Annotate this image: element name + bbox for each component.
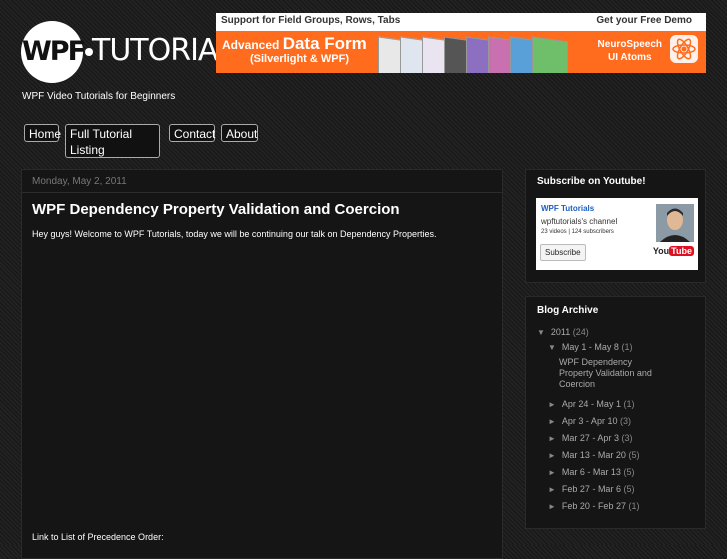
post-title[interactable]: WPF Dependency Property Validation and C… xyxy=(32,201,400,218)
post-container: Monday, May 2, 2011 WPF Dependency Prope… xyxy=(21,169,503,559)
youtube-logo-you: You xyxy=(652,246,670,256)
banner-screenshots xyxy=(378,33,583,73)
date-divider xyxy=(22,192,502,193)
archive-week-label[interactable]: Mar 13 - Mar 20 xyxy=(562,450,626,460)
youtube-subscribe-button[interactable]: Subscribe xyxy=(540,244,586,261)
banner-top-right-text: Get your Free Demo xyxy=(596,15,692,26)
expand-toggle-icon[interactable]: ► xyxy=(548,417,556,426)
tab-about[interactable]: About xyxy=(221,124,258,142)
archive-week-label[interactable]: Mar 6 - Mar 13 xyxy=(562,467,621,477)
archive-year-count: (24) xyxy=(572,327,589,337)
archive-week-open[interactable]: ▼ May 1 - May 8 (1) xyxy=(548,342,632,352)
archive-week-label[interactable]: Mar 27 - Apr 3 xyxy=(562,433,619,443)
site-tagline: WPF Video Tutorials for Beginners xyxy=(22,91,176,102)
expand-toggle-icon[interactable]: ► xyxy=(548,502,556,511)
archive-year-label[interactable]: 2011 xyxy=(551,327,570,337)
banner-title-prefix: Advanced xyxy=(222,38,280,52)
archive-title: Blog Archive xyxy=(537,305,599,316)
banner-subtitle: (Silverlight & WPF) xyxy=(250,53,349,65)
banner-brand: NeuroSpeech UI Atoms xyxy=(598,38,662,64)
archive-year[interactable]: ▼ 2011 (24) xyxy=(537,327,589,337)
tab-home[interactable]: Home xyxy=(24,124,61,142)
expand-toggle-icon[interactable]: ► xyxy=(548,400,556,409)
avatar[interactable] xyxy=(656,204,694,242)
archive-week-count: (3) xyxy=(621,433,633,443)
expand-toggle-icon[interactable]: ► xyxy=(548,451,556,460)
archive-week[interactable]: ► Feb 20 - Feb 27 (1) xyxy=(548,501,639,511)
tab-contact[interactable]: Contact xyxy=(169,124,215,142)
archive-week-count: (5) xyxy=(628,450,640,460)
youtube-logo: You Tube xyxy=(653,246,694,256)
banner-brand-line2: UI Atoms xyxy=(608,52,652,63)
banner-title-main: Data Form xyxy=(282,34,367,53)
archive-week[interactable]: ► Mar 13 - Mar 20 (5) xyxy=(548,450,639,460)
subscribe-widget: Subscribe on Youtube! WPF Tutorials wpft… xyxy=(525,169,706,283)
archive-week-count: (5) xyxy=(623,467,635,477)
archive-week-count: (1) xyxy=(623,399,635,409)
tab-full-tutorial-listing[interactable]: Full Tutorial Listing xyxy=(65,124,160,158)
expand-toggle-icon[interactable]: ► xyxy=(548,468,556,477)
archive-week-label[interactable]: May 1 - May 8 xyxy=(562,342,619,352)
site-logo[interactable]: WPF TUTORIALS xyxy=(21,21,252,83)
archive-week-label[interactable]: Apr 3 - Apr 10 xyxy=(562,416,618,426)
banner-title: Advanced Data Form xyxy=(222,34,367,54)
post-link-text: Link to List of Precedence Order: xyxy=(32,532,164,542)
expand-toggle-icon[interactable]: ► xyxy=(548,434,556,443)
youtube-stats: 23 videos | 124 subscribers xyxy=(541,229,614,235)
collapse-toggle-icon[interactable]: ▼ xyxy=(537,328,545,337)
archive-week-label[interactable]: Feb 27 - Mar 6 xyxy=(562,484,621,494)
youtube-channel-name[interactable]: WPF Tutorials xyxy=(541,204,594,213)
banner-brand-line1: NeuroSpeech xyxy=(597,39,662,50)
logo-wpf-text: WPF xyxy=(22,36,86,67)
post-body: Hey guys! Welcome to WPF Tutorials, toda… xyxy=(32,229,437,239)
post-date: Monday, May 2, 2011 xyxy=(32,176,127,187)
youtube-card: WPF Tutorials wpftutorials's channel 23 … xyxy=(536,198,698,270)
subscribe-title: Subscribe on Youtube! xyxy=(537,176,646,187)
archive-week-label[interactable]: Apr 24 - May 1 xyxy=(562,399,621,409)
archive-week[interactable]: ► Mar 27 - Apr 3 (3) xyxy=(548,433,632,443)
archive-week-count: (1) xyxy=(621,342,633,352)
archive-week-label[interactable]: Feb 20 - Feb 27 xyxy=(562,501,626,511)
banner-ad[interactable]: Support for Field Groups, Rows, Tabs Get… xyxy=(216,13,706,73)
archive-week[interactable]: ► Feb 27 - Mar 6 (5) xyxy=(548,484,634,494)
archive-week-count: (1) xyxy=(628,501,640,511)
archive-week[interactable]: ► Mar 6 - Mar 13 (5) xyxy=(548,467,634,477)
atom-icon xyxy=(670,35,698,63)
collapse-toggle-icon[interactable]: ▼ xyxy=(548,343,556,352)
blog-archive-widget: Blog Archive ▼ 2011 (24) ▼ May 1 - May 8 (… xyxy=(525,296,706,529)
banner-top-left-text: Support for Field Groups, Rows, Tabs xyxy=(221,15,401,26)
archive-week-count: (5) xyxy=(623,484,635,494)
archive-post-link[interactable]: WPF Dependency Property Validation and C… xyxy=(559,357,659,390)
expand-toggle-icon[interactable]: ► xyxy=(548,485,556,494)
archive-week-count: (3) xyxy=(619,416,631,426)
banner-shot xyxy=(532,36,568,73)
youtube-channel-text: wpftutorials's channel xyxy=(541,217,618,226)
youtube-logo-tube: Tube xyxy=(669,246,694,256)
archive-week[interactable]: ► Apr 3 - Apr 10 (3) xyxy=(548,416,631,426)
archive-week[interactable]: ► Apr 24 - May 1 (1) xyxy=(548,399,634,409)
